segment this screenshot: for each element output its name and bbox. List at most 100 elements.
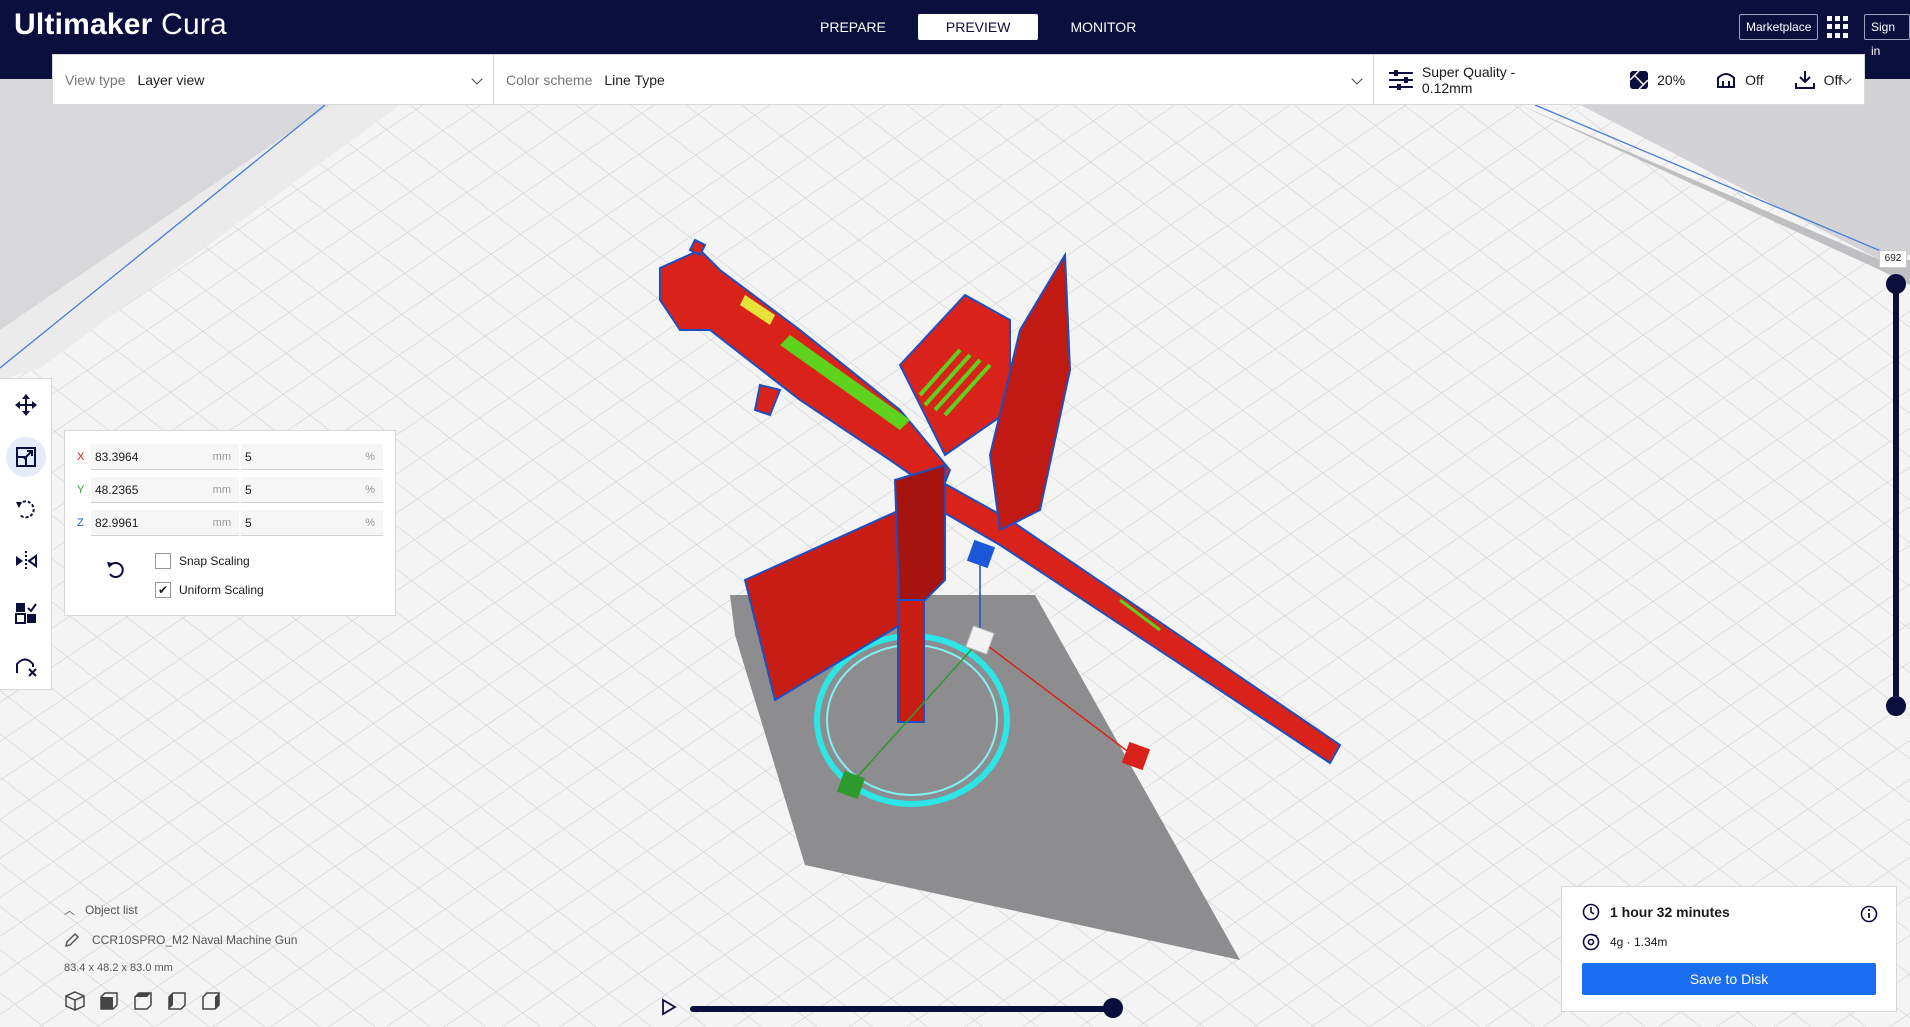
clock-icon bbox=[1582, 903, 1600, 921]
y-percent-value: 5 bbox=[245, 483, 252, 497]
play-simulation-button[interactable] bbox=[660, 998, 678, 1021]
chevron-down-icon bbox=[471, 73, 483, 85]
profile-value: Super Quality - 0.12mm bbox=[1421, 63, 1516, 96]
layer-slider-upper-handle[interactable] bbox=[1886, 274, 1906, 294]
move-tool-button[interactable] bbox=[0, 379, 52, 431]
right-view-icon[interactable] bbox=[200, 990, 222, 1012]
sign-in-button[interactable]: Sign in bbox=[1864, 14, 1910, 58]
stage-tabs: PREPARE PREVIEW MONITOR bbox=[800, 14, 1156, 40]
chevron-down-icon bbox=[1351, 73, 1363, 85]
camera-view-buttons bbox=[64, 990, 222, 1012]
support-blocker-button[interactable] bbox=[0, 639, 52, 691]
support-blocker-icon bbox=[16, 658, 37, 677]
info-icon[interactable] bbox=[1860, 905, 1878, 923]
snap-scaling-checkbox[interactable]: Snap Scaling bbox=[155, 553, 250, 569]
mirror-icon bbox=[16, 551, 37, 571]
tab-preview[interactable]: PREVIEW bbox=[917, 14, 1039, 40]
apps-grid-icon[interactable] bbox=[1827, 16, 1849, 38]
y-size-value: 48.2365 bbox=[95, 483, 139, 497]
x-percent-input[interactable]: 5 % bbox=[241, 444, 383, 470]
layer-slider-track[interactable] bbox=[1893, 284, 1899, 706]
material-usage-value: 4g · 1.34m bbox=[1610, 935, 1668, 949]
object-list-panel: ︿ Object list CCR10SPRO_M2 Naval Machine… bbox=[64, 902, 464, 974]
uniform-scaling-box[interactable]: ✔ bbox=[155, 582, 171, 598]
object-list-item[interactable]: CCR10SPRO_M2 Naval Machine Gun bbox=[64, 932, 464, 948]
mirror-tool-button[interactable] bbox=[0, 535, 52, 587]
rotate-tool-button[interactable] bbox=[0, 483, 52, 535]
scale-icon bbox=[16, 447, 36, 467]
snap-scaling-label: Snap Scaling bbox=[179, 554, 250, 568]
x-percent-unit: % bbox=[365, 451, 375, 463]
per-model-settings-icon bbox=[15, 603, 37, 624]
tab-monitor[interactable]: MONITOR bbox=[1050, 14, 1156, 40]
top-view-icon[interactable] bbox=[132, 990, 154, 1012]
y-percent-unit: % bbox=[365, 484, 375, 496]
brand-bold: Ultimaker bbox=[14, 8, 153, 41]
x-size-input[interactable]: 83.3964 mm bbox=[91, 444, 239, 470]
reset-scale-button[interactable] bbox=[105, 559, 127, 586]
print-time-value: 1 hour 32 minutes bbox=[1610, 904, 1730, 920]
spool-icon bbox=[1582, 933, 1600, 951]
3d-view-icon[interactable] bbox=[64, 990, 86, 1012]
print-time-row: 1 hour 32 minutes bbox=[1582, 903, 1730, 921]
scale-x-row: X 83.3964 mm 5 % bbox=[77, 443, 383, 471]
scale-panel: X 83.3964 mm 5 % Y 48.2365 mm 5 % Z 82.9… bbox=[64, 430, 396, 616]
z-size-input[interactable]: 82.9961 mm bbox=[91, 510, 239, 536]
per-model-settings-button[interactable] bbox=[0, 587, 52, 639]
x-unit: mm bbox=[212, 451, 231, 463]
adhesion-value: Off bbox=[1823, 71, 1842, 88]
uniform-scaling-checkbox[interactable]: ✔ Uniform Scaling bbox=[155, 582, 264, 598]
tab-prepare[interactable]: PREPARE bbox=[800, 14, 906, 40]
object-name: CCR10SPRO_M2 Naval Machine Gun bbox=[92, 933, 298, 947]
chevron-up-icon: ︿ bbox=[64, 905, 75, 917]
infill-value: 20% bbox=[1657, 71, 1686, 88]
scale-tool-button[interactable] bbox=[0, 431, 52, 483]
uniform-scaling-label: Uniform Scaling bbox=[179, 583, 264, 597]
tool-toolbar bbox=[0, 378, 52, 690]
color-scheme-value: Line Type bbox=[604, 71, 665, 88]
app-logo: Ultimaker Cura bbox=[14, 8, 227, 42]
object-list-title: Object list bbox=[85, 903, 138, 917]
snap-scaling-box[interactable] bbox=[155, 553, 171, 569]
z-percent-input[interactable]: 5 % bbox=[241, 510, 383, 536]
color-scheme-select[interactable]: Color scheme Line Type bbox=[494, 55, 1374, 104]
play-icon bbox=[662, 998, 677, 1016]
y-size-input[interactable]: 48.2365 mm bbox=[91, 477, 239, 503]
z-unit: mm bbox=[212, 517, 231, 529]
left-view-icon[interactable] bbox=[166, 990, 188, 1012]
brand-light: Cura bbox=[161, 8, 227, 41]
settings-sliders-icon bbox=[1388, 69, 1413, 90]
scale-z-row: Z 82.9961 mm 5 % bbox=[77, 509, 383, 537]
edit-icon bbox=[64, 932, 80, 948]
x-size-value: 83.3964 bbox=[95, 450, 139, 464]
layer-number-display[interactable]: 692 bbox=[1879, 250, 1907, 268]
support-icon bbox=[1717, 72, 1736, 88]
move-icon bbox=[15, 394, 37, 416]
object-dimensions: 83.4 x 48.2 x 83.0 mm bbox=[64, 962, 173, 974]
save-to-disk-button[interactable]: Save to Disk bbox=[1582, 963, 1876, 995]
front-view-icon[interactable] bbox=[98, 990, 120, 1012]
z-percent-value: 5 bbox=[245, 516, 252, 530]
adhesion-icon bbox=[1794, 70, 1815, 89]
layer-slider-lower-handle[interactable] bbox=[1886, 696, 1906, 716]
y-axis-label: Y bbox=[77, 484, 85, 496]
rotate-icon bbox=[16, 500, 35, 519]
support-value: Off bbox=[1745, 71, 1764, 88]
object-list-toggle[interactable]: ︿ Object list bbox=[64, 902, 464, 918]
marketplace-button[interactable]: Marketplace bbox=[1739, 14, 1819, 40]
z-axis-label: Z bbox=[77, 517, 84, 529]
z-percent-unit: % bbox=[365, 517, 375, 529]
x-percent-value: 5 bbox=[245, 450, 252, 464]
view-type-select[interactable]: View type Layer view bbox=[53, 55, 494, 104]
path-slider-handle[interactable] bbox=[1103, 998, 1123, 1018]
scale-y-row: Y 48.2365 mm 5 % bbox=[77, 476, 383, 504]
print-settings-selector[interactable]: Super Quality - 0.12mm 20% Off Off bbox=[1374, 55, 1864, 104]
print-summary-panel: 1 hour 32 minutes 4g · 1.34m Save to Dis… bbox=[1561, 886, 1897, 1012]
material-usage-row: 4g · 1.34m bbox=[1582, 933, 1667, 951]
x-axis-label: X bbox=[77, 451, 85, 463]
y-percent-input[interactable]: 5 % bbox=[241, 477, 383, 503]
y-unit: mm bbox=[212, 484, 231, 496]
view-type-value: Layer view bbox=[137, 71, 205, 88]
path-slider-track[interactable] bbox=[690, 1006, 1115, 1012]
view-type-label: View type bbox=[65, 71, 126, 88]
